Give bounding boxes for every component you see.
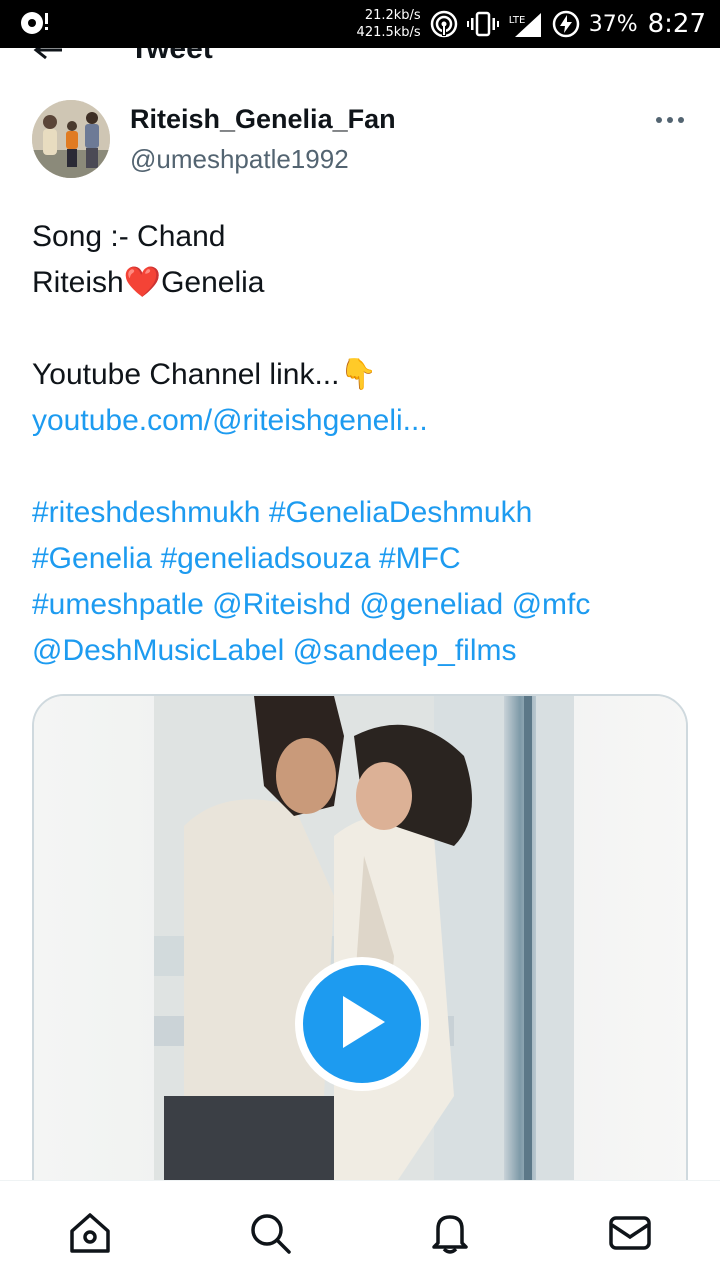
bottom-navigation [0, 1180, 720, 1280]
net-up-speed: 21.2kb/s [364, 8, 421, 23]
vibrate-icon [466, 9, 499, 39]
play-button[interactable] [295, 957, 429, 1091]
hashtag-link[interactable]: #riteshdeshmukh [32, 496, 260, 529]
hashtag-line-2: #Genelia #geneliadsouza #MFC [32, 536, 692, 582]
tweet-line-channel: Youtube Channel link...👇 [32, 352, 692, 398]
mention-link[interactable]: @geneliad [359, 588, 503, 621]
mention-link[interactable]: @mfc [512, 588, 591, 621]
page-title: Tweet [130, 48, 213, 65]
home-icon [68, 1211, 112, 1260]
author-display-name[interactable]: Riteish_Genelia_Fan [130, 104, 396, 135]
hashtag-link[interactable]: #umeshpatle [32, 588, 204, 621]
video-thumbnail[interactable] [32, 694, 688, 1214]
hashtag-line-1: #riteshdeshmukh #GeneliaDeshmukh [32, 490, 692, 536]
channel-text: Youtube Channel link... [32, 358, 340, 391]
search-icon [248, 1211, 292, 1260]
heart-emoji: ❤️ [123, 266, 162, 299]
battery-charging-icon [551, 9, 581, 39]
hotspot-icon [429, 9, 459, 39]
mention-link[interactable]: @DeshMusicLabel [32, 634, 284, 667]
notifications-icon [428, 1211, 472, 1260]
play-button-inner [303, 965, 421, 1083]
battery-percent: 37% [588, 11, 638, 37]
youtube-link[interactable]: youtube.com/@riteishgeneli... [32, 398, 692, 444]
author-handle[interactable]: @umeshpatle1992 [130, 144, 349, 175]
hashtag-link[interactable]: #geneliadsouza [160, 542, 370, 575]
messages-icon [608, 1211, 652, 1260]
signal-icon: LTE [507, 9, 543, 39]
clock: 8:27 [647, 9, 706, 39]
tweet-line-song: Song :- Chand [32, 220, 226, 253]
nav-messages[interactable] [606, 1211, 654, 1259]
avatar[interactable] [32, 100, 110, 178]
play-icon [337, 994, 387, 1055]
tweet-header: Tweet [0, 48, 720, 68]
more-horizontal-icon[interactable] [655, 112, 685, 133]
net-down-speed: 421.5kb/s [356, 25, 421, 40]
name-riteish: Riteish [32, 266, 124, 299]
status-right: 21.2kb/s 421.5kb/s LTE 37% 8:27 [357, 0, 706, 48]
hashtag-link[interactable]: #MFC [379, 542, 461, 575]
video-poster-image [34, 696, 686, 1212]
tweet-text: Song :- Chand Riteish❤️Genelia Youtube C… [32, 214, 692, 674]
mention-link[interactable]: @Riteishd [212, 588, 351, 621]
hashtag-line-3: #umeshpatle @Riteishd @geneliad @mfc [32, 582, 692, 628]
tweet-line-names: Riteish❤️Genelia [32, 260, 692, 306]
nav-search[interactable] [246, 1211, 294, 1259]
hashtag-link[interactable]: #Genelia [32, 542, 152, 575]
mention-line: @DeshMusicLabel @sandeep_films [32, 628, 692, 674]
status-bar: 21.2kb/s 421.5kb/s LTE 37% 8:27 [0, 0, 720, 48]
mention-link[interactable]: @sandeep_films [293, 634, 517, 667]
nav-home[interactable] [66, 1211, 114, 1259]
network-speed: 21.2kb/s 421.5kb/s [357, 7, 421, 41]
notification-disc-icon [18, 8, 50, 38]
name-genelia: Genelia [161, 266, 265, 299]
arrow-left-icon[interactable] [32, 48, 66, 67]
status-left [18, 8, 50, 38]
hashtag-link[interactable]: #GeneliaDeshmukh [269, 496, 532, 529]
network-type-label: LTE [508, 15, 526, 26]
pointing-down-emoji: 👇 [339, 358, 377, 391]
nav-notifications[interactable] [426, 1211, 474, 1259]
